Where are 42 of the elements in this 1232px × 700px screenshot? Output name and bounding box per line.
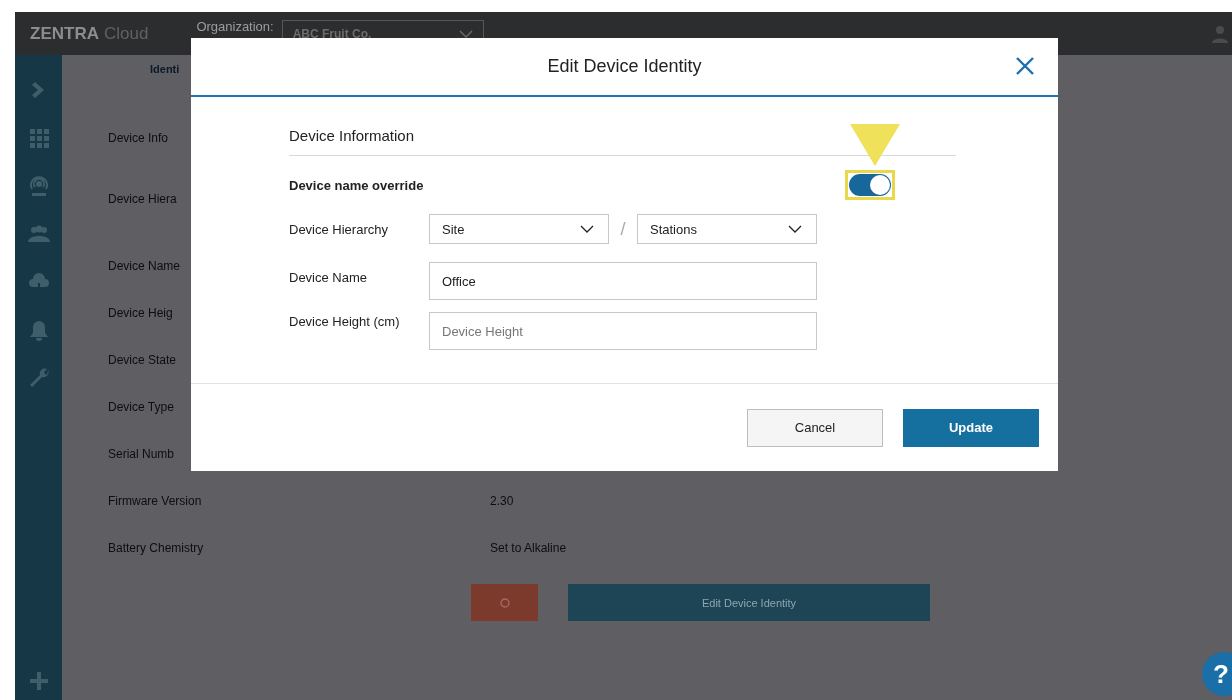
circle-icon [499,597,510,608]
field-label: Serial Numb [108,447,176,461]
chevron-down-icon [788,225,802,233]
grid-icon[interactable] [27,127,50,149]
dialog-title: Edit Device Identity [547,56,702,77]
field-label: Device State [108,353,178,367]
plus-icon[interactable] [27,670,50,692]
signal-icon[interactable] [27,175,50,197]
update-button[interactable]: Update [903,408,1039,447]
delete-button[interactable] [471,584,538,621]
field-label: Device Heig [108,306,174,320]
users-icon[interactable] [27,223,50,245]
bell-icon[interactable] [27,319,50,341]
organization-label: Organization: [196,19,274,34]
field-label: Device Hiera [108,192,178,206]
field-label: Device Type [108,400,175,414]
help-button[interactable]: ? [1202,652,1232,696]
chevron-down-icon [458,29,473,38]
edit-identity-button[interactable]: Edit Device Identity [568,584,930,621]
device-name-field[interactable]: Office [429,262,817,300]
field-label: Battery Chemistry [108,541,205,555]
field-label: Device Name [108,259,182,273]
pointer-triangle-icon [850,124,900,166]
override-toggle[interactable] [845,170,895,200]
chevron-down-icon [580,225,594,233]
device-height-field[interactable]: Device Height [429,312,817,350]
identity-tab[interactable]: Identi [150,63,180,75]
site-select[interactable]: Site [429,214,609,244]
field-value: Set to Alkaline [490,541,568,555]
close-button[interactable] [1014,55,1036,77]
field-label: Device Height (cm) [289,313,401,331]
field-label: Device name override [289,177,425,193]
field-value: 2.30 [490,494,515,508]
section-title: Device Info [108,131,169,145]
field-label: Device Hierarchy [289,221,389,237]
field-label: Device Name [289,269,369,285]
brand-logo: ZENTRA [30,23,99,44]
separator: / [619,218,627,240]
station-select[interactable]: Stations [637,214,817,244]
user-icon[interactable] [1212,24,1228,43]
cancel-button[interactable]: Cancel [747,408,883,447]
field-label: Firmware Version [108,494,203,508]
